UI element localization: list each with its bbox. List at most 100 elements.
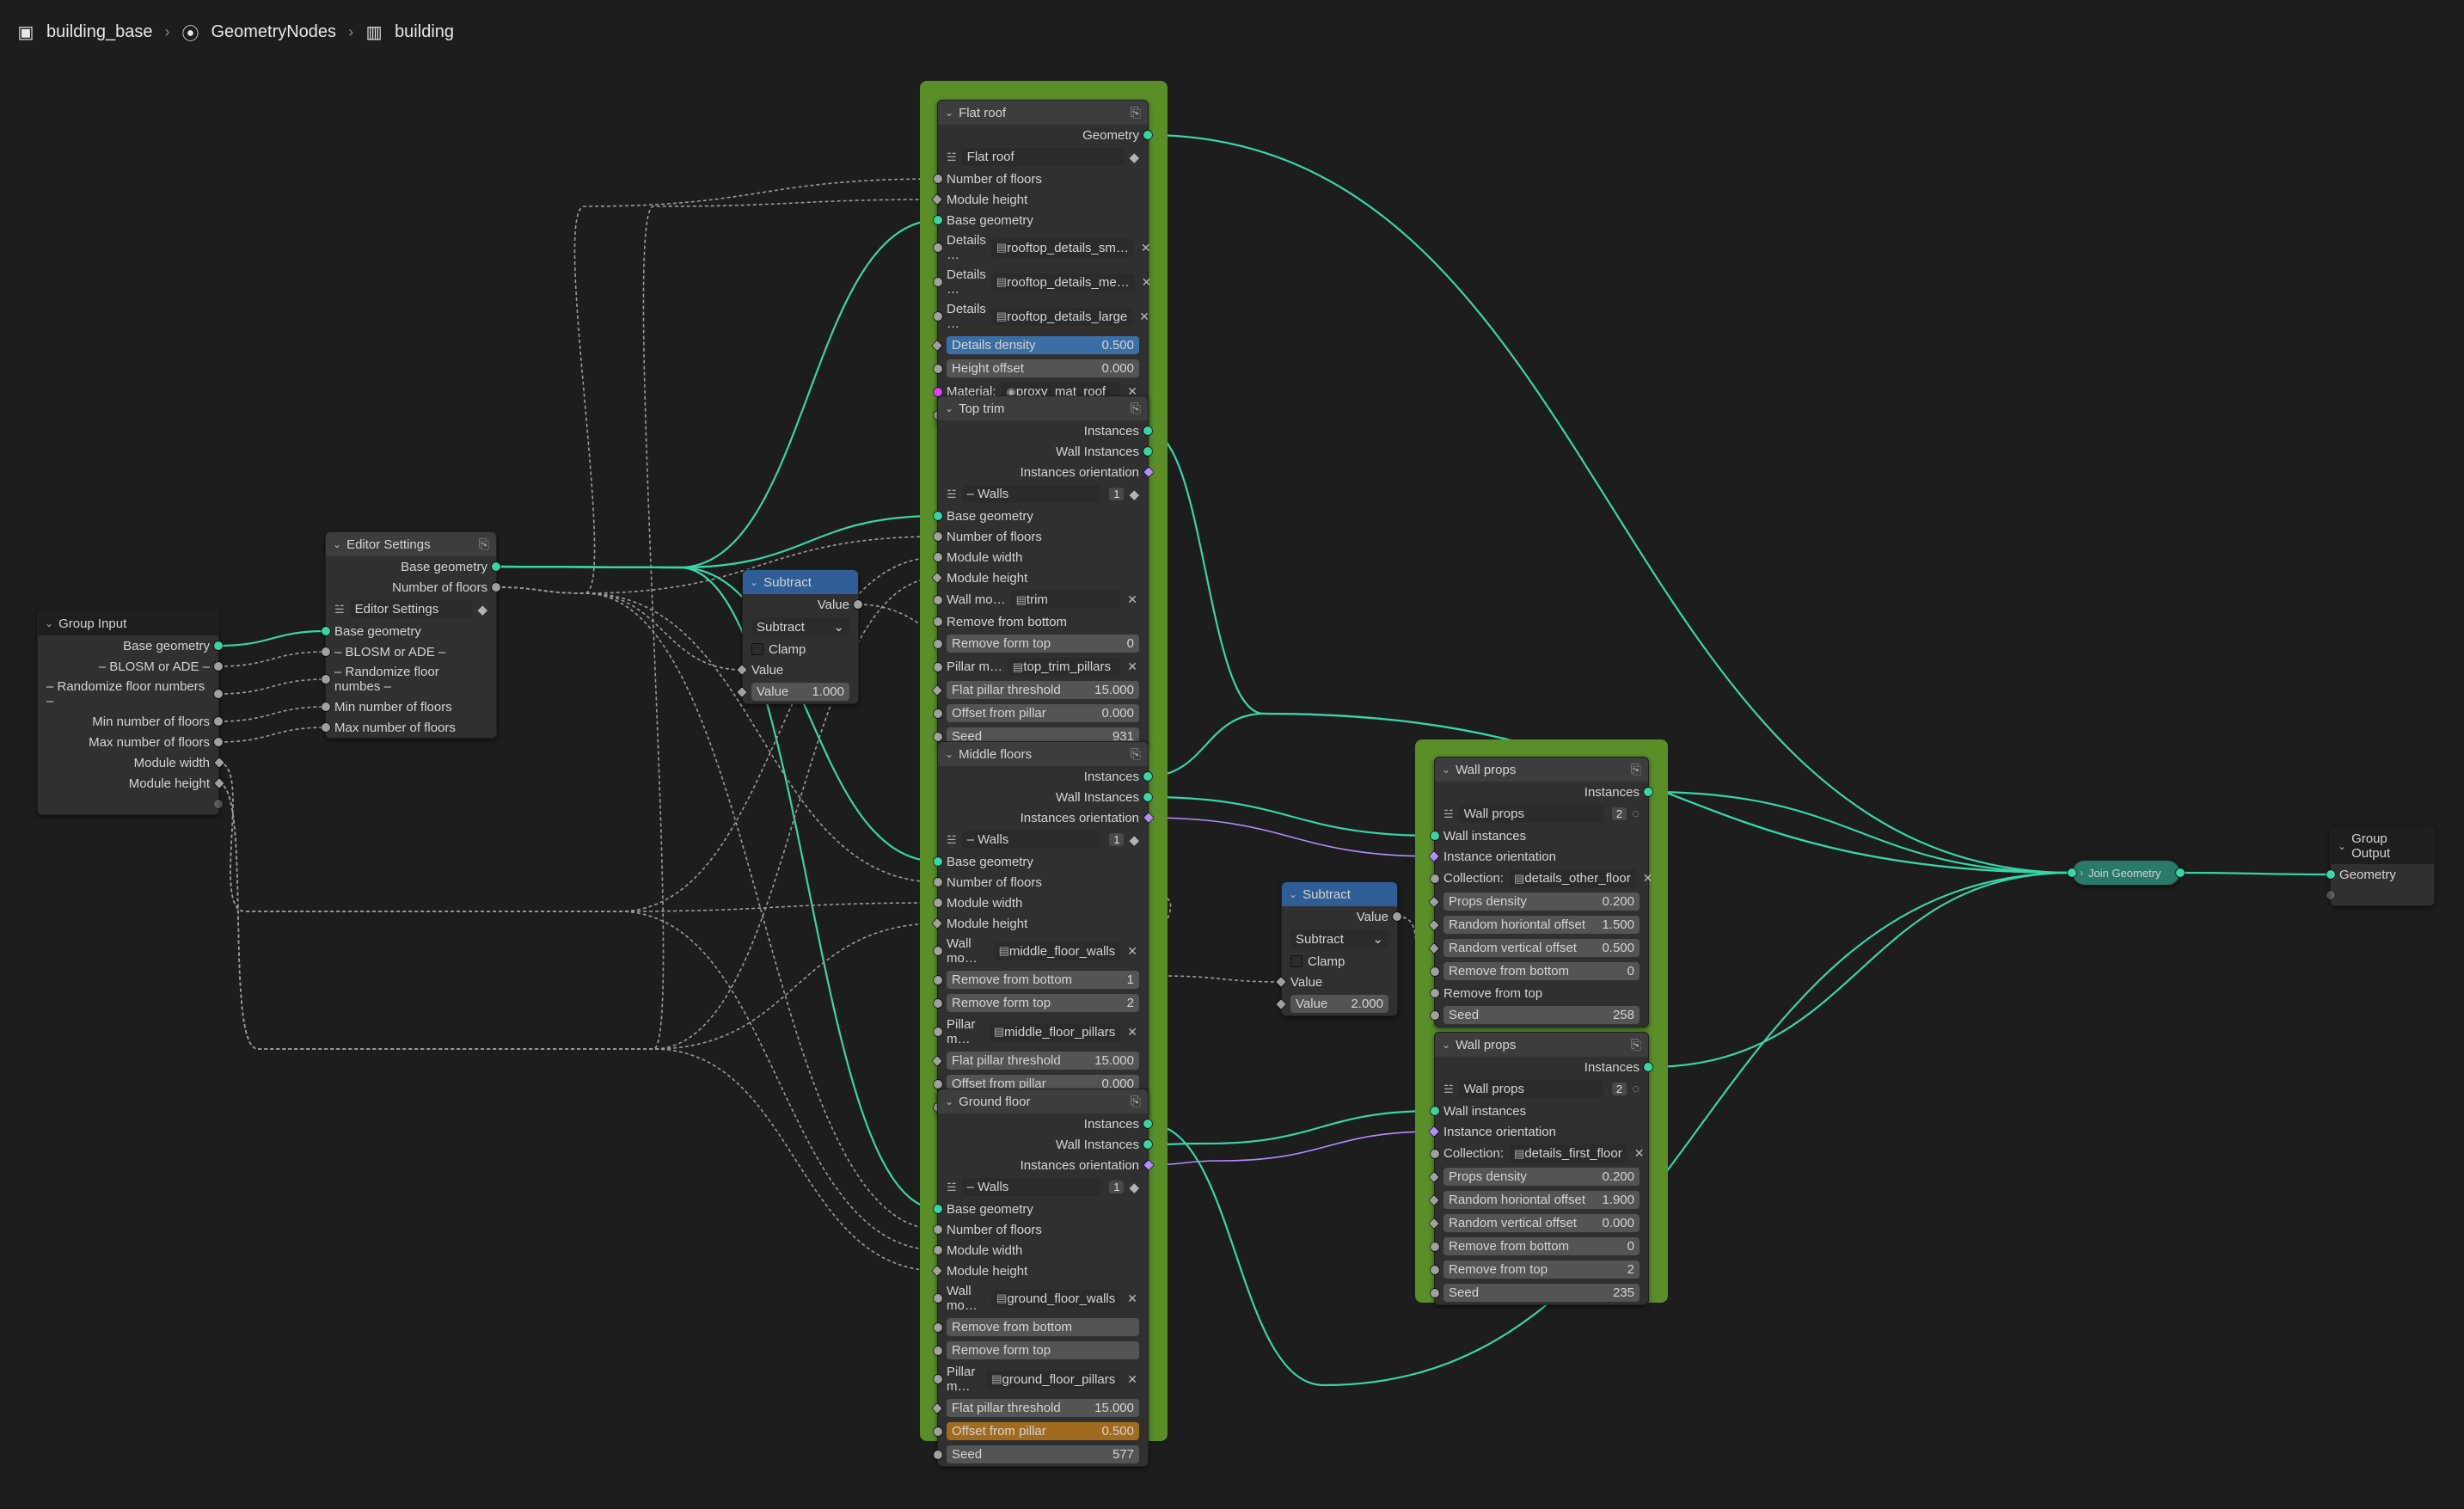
seed-field[interactable]: Seed258: [1443, 1006, 1640, 1024]
node-wire[interactable]: [1148, 818, 1435, 856]
node-wire[interactable]: [496, 179, 938, 593]
node-wire[interactable]: [496, 587, 938, 1230]
node-wire[interactable]: [496, 537, 938, 593]
pin-icon[interactable]: ⎘: [1131, 402, 1141, 416]
close-icon[interactable]: ✕: [1140, 275, 1154, 290]
pin-icon[interactable]: ⎘: [1131, 106, 1141, 120]
close-icon[interactable]: ✕: [1139, 241, 1153, 255]
node-header[interactable]: ⌄ Wall props ⎘: [1435, 1033, 1648, 1057]
pin-icon[interactable]: ⎘: [1131, 747, 1141, 762]
node-header[interactable]: ⌄ Editor Settings ⎘: [326, 532, 496, 556]
wall-mod-field[interactable]: ▤middle_floor_walls: [994, 942, 1121, 960]
rfb-field[interactable]: Remove from bottom0: [1443, 962, 1640, 980]
shield-icon[interactable]: ◌: [1632, 807, 1640, 821]
group-dropdown[interactable]: Editor Settings: [350, 600, 473, 618]
group-dropdown[interactable]: – Walls: [962, 1178, 1101, 1196]
remove-top-field[interactable]: Remove form top0: [947, 635, 1139, 653]
remove-top-field[interactable]: Remove form top2: [947, 994, 1139, 1012]
clamp-checkbox[interactable]: [1290, 955, 1302, 967]
group-dropdown[interactable]: Flat roof: [962, 148, 1125, 166]
remove-bottom-field[interactable]: Remove from bottom1: [947, 971, 1139, 989]
node-wire[interactable]: [218, 783, 938, 1049]
details-field[interactable]: ▤rooftop_details_sm…: [991, 239, 1134, 257]
group-dropdown[interactable]: Wall props: [1459, 805, 1603, 823]
collection-field[interactable]: ▤details_first_floor: [1509, 1144, 1627, 1162]
height-offset-field[interactable]: Height offset0.000: [947, 359, 1139, 377]
node-header[interactable]: ⌄ Top trim ⎘: [938, 396, 1148, 420]
group-dropdown[interactable]: Wall props: [1459, 1080, 1603, 1098]
node-wire[interactable]: [218, 679, 326, 694]
node-wire[interactable]: [218, 727, 326, 742]
shield-icon[interactable]: ◆: [1129, 150, 1139, 165]
flat-pillar-field[interactable]: Flat pillar threshold15.000: [947, 1399, 1139, 1417]
node-wire[interactable]: [218, 631, 326, 646]
node-header[interactable]: ⌄ Ground floor ⎘: [938, 1089, 1148, 1113]
offset-pillar-field[interactable]: Offset from pillar0.000: [947, 704, 1139, 722]
breadcrumb[interactable]: ▣ building_base › ⦿ GeometryNodes › ▥ bu…: [17, 22, 454, 42]
node-wall-props[interactable]: ⌄ Wall props ⎘ Instances ☱Wall props2◌ W…: [1434, 757, 1649, 1027]
rho-field[interactable]: Random horiontal offset1.900: [1443, 1191, 1640, 1209]
close-icon[interactable]: ✕: [1633, 1146, 1646, 1161]
node-header[interactable]: ⌄ Subtract: [1282, 882, 1397, 906]
rfb-field[interactable]: Remove from bottom0: [1443, 1237, 1640, 1255]
shield-icon[interactable]: ◆: [1129, 487, 1139, 502]
props-density-field[interactable]: Props density0.200: [1443, 893, 1640, 911]
node-wire[interactable]: [218, 652, 326, 666]
wall-mod-field[interactable]: ▤trim: [1011, 591, 1121, 609]
node-flat-roof[interactable]: ⌄ Flat roof ⎘ Geometry ☱Flat roof◆ Numbe…: [937, 100, 1149, 427]
node-group-output[interactable]: ⌄ Group Output Geometry: [2330, 827, 2435, 906]
seed-field[interactable]: Seed235: [1443, 1284, 1640, 1302]
node-wire[interactable]: [1148, 797, 1435, 836]
pin-icon[interactable]: ⎘: [1131, 1095, 1141, 1109]
rvo-field[interactable]: Random vertical offset0.500: [1443, 939, 1640, 957]
value-field[interactable]: Value1.000: [751, 683, 849, 701]
close-icon[interactable]: ✕: [1641, 871, 1655, 886]
node-wire[interactable]: [1648, 873, 2072, 1067]
node-wire[interactable]: [496, 567, 938, 1209]
node-wall-props[interactable]: ⌄ Wall props ⎘ Instances ☱Wall props2◌ W…: [1434, 1032, 1649, 1305]
node-wire[interactable]: [218, 783, 938, 1271]
value-field[interactable]: Value2.000: [1290, 995, 1388, 1013]
close-icon[interactable]: ✕: [1137, 310, 1151, 324]
flat-pillar-field[interactable]: Flat pillar threshold15.000: [947, 1052, 1139, 1070]
shield-icon[interactable]: ◆: [1129, 1180, 1139, 1195]
pin-icon[interactable]: ⎘: [1631, 1038, 1641, 1052]
node-wire[interactable]: [496, 587, 743, 670]
pillar-field[interactable]: ▤ground_floor_pillars: [986, 1371, 1120, 1389]
node-header[interactable]: ⌄ Subtract: [743, 570, 858, 594]
node-wire[interactable]: [496, 220, 938, 567]
op-dropdown[interactable]: Subtract⌄: [751, 617, 849, 636]
node-wire[interactable]: [496, 567, 938, 862]
pillar-field[interactable]: ▤middle_floor_pillars: [989, 1023, 1121, 1041]
pillar-field[interactable]: ▤top_trim_pillars: [1008, 658, 1120, 676]
details-field[interactable]: ▤rooftop_details_large: [991, 308, 1132, 326]
close-icon[interactable]: ✕: [1125, 1025, 1139, 1040]
breadcrumb-group[interactable]: building: [395, 22, 454, 42]
group-dropdown[interactable]: – Walls: [962, 831, 1101, 849]
close-icon[interactable]: ✕: [1125, 1291, 1139, 1306]
node-wire[interactable]: [2180, 873, 2331, 874]
node-subtract[interactable]: ⌄ Subtract Value Subtract⌄ Clamp Value V…: [1281, 881, 1398, 1016]
node-wire[interactable]: [218, 763, 938, 911]
details-field[interactable]: ▤rooftop_details_me…: [991, 273, 1135, 291]
node-ground-floor[interactable]: ⌄ Ground floor ⎘ Instances Wall Instance…: [937, 1089, 1149, 1467]
seed-field[interactable]: Seed577: [947, 1445, 1139, 1463]
breadcrumb-obj[interactable]: building_base: [46, 22, 152, 42]
node-wire[interactable]: [496, 516, 938, 567]
node-header[interactable]: › Join Geometry: [2073, 861, 2179, 885]
flat-pillar-field[interactable]: Flat pillar threshold15.000: [947, 681, 1139, 699]
collection-field[interactable]: ▤details_other_floor: [1509, 869, 1636, 887]
rho-field[interactable]: Random horiontal offset1.500: [1443, 916, 1640, 934]
node-wire[interactable]: [1648, 792, 2072, 873]
group-dropdown[interactable]: – Walls: [962, 485, 1101, 503]
node-middle-floors[interactable]: ⌄ Middle floors ⎘ Instances Wall Instanc…: [937, 741, 1149, 1119]
node-wire[interactable]: [496, 587, 938, 882]
wall-mod-field[interactable]: ▤ground_floor_walls: [991, 1290, 1120, 1308]
node-header[interactable]: ⌄ Group Output: [2331, 828, 2434, 864]
node-group-input[interactable]: ⌄ Group Input Base geometry – BLOSM or A…: [37, 610, 219, 815]
node-wire[interactable]: [218, 763, 938, 1250]
node-join-geometry[interactable]: › Join Geometry: [2072, 860, 2180, 886]
remove-bottom-field[interactable]: Remove from bottom: [947, 1318, 1139, 1336]
node-header[interactable]: ⌄ Group Input: [38, 611, 218, 635]
props-density-field[interactable]: Props density0.200: [1443, 1168, 1640, 1186]
